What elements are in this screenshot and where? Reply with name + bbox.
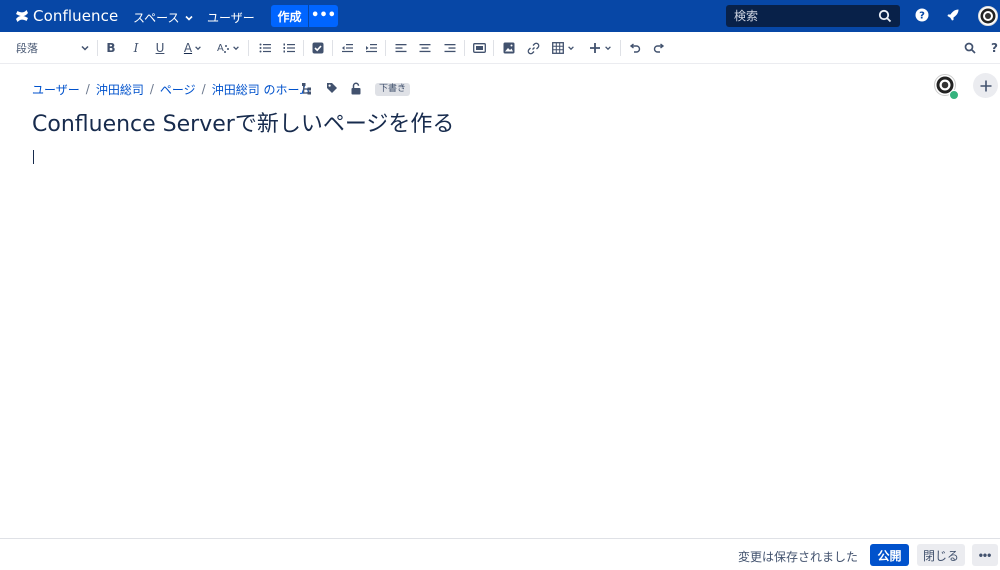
- paragraph-style-label: 段落: [16, 42, 38, 55]
- toolbar-divider: [248, 40, 249, 56]
- create-button-group: 作成 •••: [271, 5, 338, 27]
- search-box[interactable]: [726, 5, 900, 27]
- breadcrumb-user[interactable]: 沖田総司: [96, 81, 144, 98]
- breadcrumb-home[interactable]: 沖田総司 のホーム: [212, 81, 311, 98]
- draft-status-badge: 下書き: [375, 83, 411, 96]
- breadcrumb: ユーザー / 沖田総司 / ページ / 沖田総司 のホーム: [32, 81, 311, 97]
- text-style-icon: A: [217, 43, 229, 54]
- spaces-menu[interactable]: スペース: [133, 9, 194, 26]
- app-name: Confluence: [33, 7, 119, 25]
- indent-button[interactable]: [364, 40, 378, 56]
- editing-status-icon: [949, 90, 959, 100]
- toolbar-divider: [97, 40, 98, 56]
- undo-button[interactable]: [628, 40, 642, 56]
- align-right-icon: [444, 44, 456, 53]
- checkbox-icon: [312, 42, 324, 54]
- notifications-icon[interactable]: [946, 8, 960, 22]
- plus-icon: [980, 80, 991, 91]
- spaces-label: スペース: [133, 11, 180, 25]
- chevron-down-icon: [604, 46, 611, 51]
- bullet-list-icon: [259, 43, 271, 53]
- text-color-label: A: [183, 41, 193, 55]
- invite-collaborator-button[interactable]: [973, 73, 998, 98]
- align-center-button[interactable]: [418, 40, 432, 56]
- indent-icon: [366, 44, 377, 53]
- align-right-button[interactable]: [443, 40, 457, 56]
- outdent-button[interactable]: [340, 40, 354, 56]
- toolbar-divider: [332, 40, 333, 56]
- confluence-logo[interactable]: Confluence: [15, 7, 118, 25]
- layout-button[interactable]: [472, 40, 486, 56]
- toolbar-divider: [464, 40, 465, 56]
- text-formatting-button[interactable]: A: [215, 40, 241, 56]
- search-input[interactable]: [734, 9, 874, 23]
- page-title-input[interactable]: Confluence Serverで新しいページを作る: [32, 106, 454, 138]
- keyboard-help-button[interactable]: ?: [989, 40, 1000, 56]
- paragraph-style-select[interactable]: 段落: [16, 40, 90, 56]
- confluence-logo-icon: [16, 10, 28, 22]
- toolbar-divider: [303, 40, 304, 56]
- publish-button[interactable]: 公開: [870, 544, 909, 566]
- unlocked-restrictions-icon[interactable]: [350, 82, 362, 95]
- breadcrumb-users[interactable]: ユーザー: [32, 81, 80, 98]
- task-list-button[interactable]: [311, 40, 325, 56]
- save-status: 変更は保存されました: [738, 550, 859, 564]
- users-link[interactable]: ユーザー: [207, 9, 255, 26]
- breadcrumb-separator: /: [85, 82, 90, 96]
- create-button[interactable]: 作成: [271, 8, 308, 25]
- outdent-icon: [342, 44, 353, 53]
- create-more-button[interactable]: •••: [309, 9, 338, 22]
- undo-icon: [629, 43, 641, 53]
- chevron-down-icon: [81, 45, 89, 51]
- chevron-down-icon: [233, 46, 239, 51]
- chevron-down-icon: [567, 46, 574, 51]
- toolbar-divider: [620, 40, 621, 56]
- insert-link-button[interactable]: [526, 40, 540, 56]
- toolbar-divider: [493, 40, 494, 56]
- avatar-emblem-icon: [980, 8, 996, 24]
- plus-icon: [589, 43, 600, 53]
- toolbar-divider: [385, 40, 386, 56]
- layout-icon: [472, 43, 486, 53]
- editor-toolbar: 段落 B I U A A ?: [0, 32, 1000, 64]
- italic-button[interactable]: I: [129, 40, 143, 56]
- editor-body[interactable]: [32, 145, 972, 525]
- breadcrumb-pages[interactable]: ページ: [160, 81, 196, 98]
- chevron-down-icon: [184, 15, 193, 21]
- numbered-list-button[interactable]: [282, 40, 296, 56]
- align-left-button[interactable]: [394, 40, 408, 56]
- editor-footer: 変更は保存されました 公開 閉じる •••: [0, 538, 1000, 570]
- underline-button[interactable]: U: [153, 40, 167, 56]
- page-tree-icon[interactable]: [301, 82, 313, 95]
- svg-text:A: A: [217, 43, 224, 54]
- users-label: ユーザー: [207, 11, 255, 25]
- bold-button[interactable]: B: [104, 40, 118, 56]
- image-icon: [503, 42, 515, 54]
- search-icon[interactable]: [878, 9, 892, 23]
- insert-table-button[interactable]: [550, 40, 576, 56]
- insert-image-button[interactable]: [502, 40, 516, 56]
- top-navigation: Confluence スペース ユーザー 作成 ••• ?: [0, 0, 1000, 32]
- breadcrumb-separator: /: [149, 82, 154, 96]
- align-center-icon: [419, 44, 431, 53]
- align-left-icon: [395, 44, 407, 53]
- bullet-list-button[interactable]: [258, 40, 272, 56]
- search-icon: [964, 42, 976, 54]
- chevron-down-icon: [195, 46, 201, 51]
- svg-text:?: ?: [919, 11, 925, 22]
- text-color-button[interactable]: A: [181, 40, 205, 56]
- redo-icon: [653, 43, 665, 53]
- breadcrumb-separator: /: [201, 82, 206, 96]
- insert-more-button[interactable]: [587, 40, 613, 56]
- link-icon: [527, 42, 539, 54]
- user-avatar[interactable]: [978, 6, 998, 26]
- find-replace-button[interactable]: [963, 40, 977, 56]
- more-actions-button[interactable]: •••: [972, 544, 998, 566]
- help-icon[interactable]: ?: [915, 8, 929, 22]
- close-button[interactable]: 閉じる: [917, 544, 965, 566]
- numbered-list-icon: [283, 43, 295, 53]
- redo-button[interactable]: [652, 40, 666, 56]
- label-tag-icon[interactable]: [326, 82, 338, 94]
- table-icon: [551, 42, 564, 54]
